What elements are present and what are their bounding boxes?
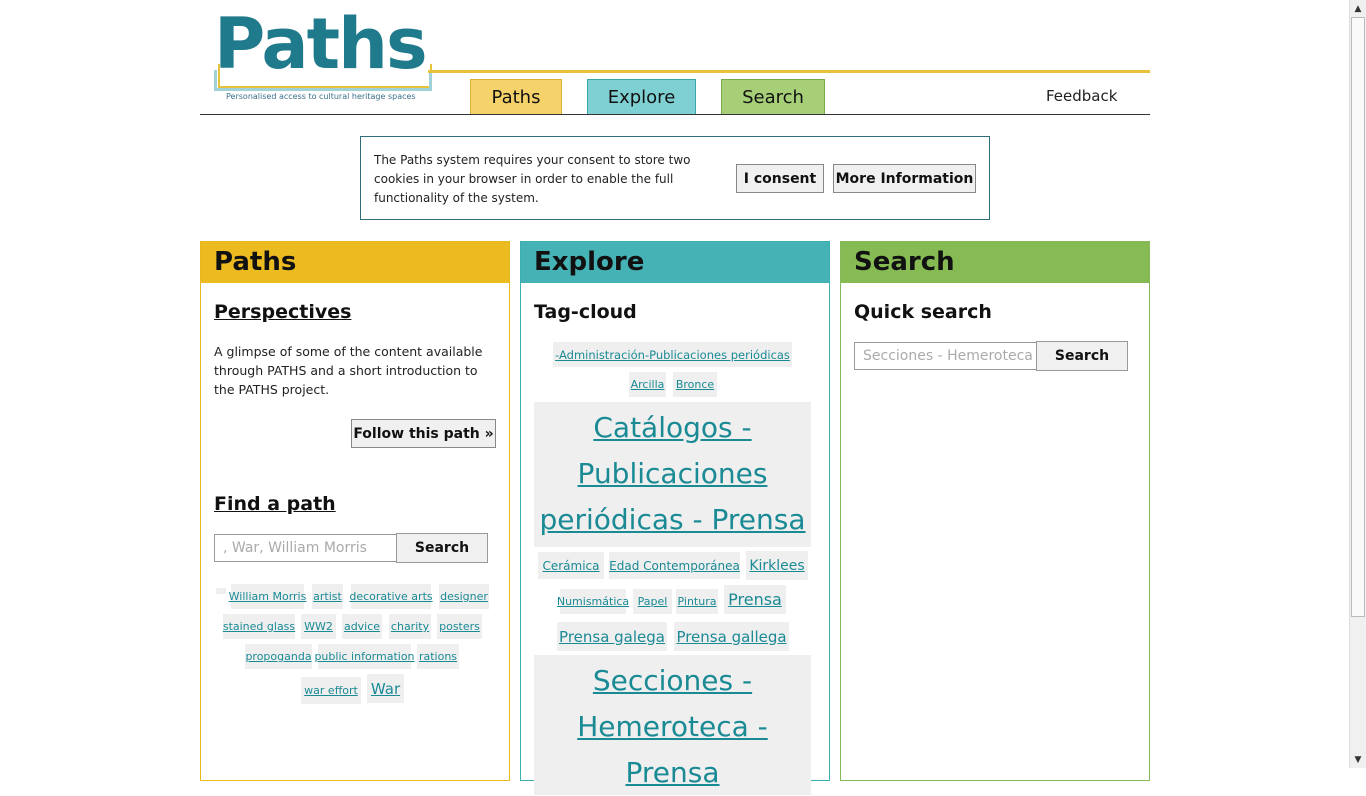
logo-word: Paths [214, 3, 428, 85]
header-accent-line [428, 70, 1150, 73]
tag-numismatica[interactable]: Numismática [557, 589, 629, 614]
paths-logo[interactable]: Paths Personalised access to cultural he… [214, 3, 432, 104]
tab-search[interactable]: Search [721, 79, 825, 114]
tag-arcilla[interactable]: Arcilla [629, 372, 666, 397]
tag-rations[interactable]: rations [417, 644, 459, 669]
tag-ceramica[interactable]: Cerámica [538, 552, 604, 579]
tag-pintura[interactable]: Pintura [676, 589, 718, 614]
cookie-text: The Paths system requires your consent t… [374, 153, 691, 205]
tab-paths[interactable]: Paths [470, 79, 562, 114]
explore-panel-title: Explore [521, 242, 829, 283]
tag-edad-contemporanea[interactable]: Edad Contemporánea [609, 552, 740, 579]
tag-public-information[interactable]: public information [314, 644, 415, 669]
tag-designer[interactable]: designer [439, 584, 489, 609]
more-information-button[interactable]: More Information [833, 164, 976, 193]
tag-william-morris[interactable]: William Morris [229, 584, 306, 609]
explore-panel: Explore Tag-cloud -Administración-Public… [520, 241, 830, 795]
find-path-link[interactable]: Find a path [214, 493, 336, 515]
tag-papel[interactable]: Papel [633, 589, 672, 614]
tag-catalogos-publicaciones-prensa[interactable]: Catálogos - Publicaciones periódicas - P… [534, 402, 811, 547]
consent-button[interactable]: I consent [736, 164, 824, 193]
tag-stained-glass[interactable]: stained glass [223, 614, 295, 639]
arrow-up-icon[interactable]: ▲ [1350, 0, 1366, 17]
scrollbar-thumb[interactable] [1351, 17, 1365, 617]
tag-bronce[interactable]: Bronce [673, 372, 717, 397]
quick-search-title: Quick search [854, 301, 992, 323]
logo-tagline: Personalised access to cultural heritage… [226, 92, 416, 101]
tab-explore[interactable]: Explore [587, 79, 696, 114]
paths-panel-title: Paths [201, 242, 509, 283]
paths-panel: Paths Perspectives A glimpse of some of … [200, 241, 510, 781]
tag-artist[interactable]: artist [312, 584, 343, 609]
perspectives-description: A glimpse of some of the content availab… [214, 344, 483, 397]
tag-prensa-galega[interactable]: Prensa galega [557, 622, 667, 651]
tag-ww2[interactable]: WW2 [301, 614, 336, 639]
page: Paths Personalised access to cultural he… [200, 0, 1150, 795]
find-path-search-button[interactable]: Search [396, 533, 488, 563]
vertical-scrollbar[interactable]: ▲ ▼ [1349, 0, 1366, 768]
tagcloud-title: Tag-cloud [534, 301, 637, 323]
tag-war[interactable]: War [367, 674, 404, 703]
tag-propoganda[interactable]: propoganda [245, 644, 312, 669]
quick-search-button[interactable]: Search [1036, 341, 1128, 371]
cookie-consent-banner: The Paths system requires your consent t… [360, 136, 990, 220]
perspectives-link[interactable]: Perspectives [214, 301, 351, 323]
tag-war-effort[interactable]: war effort [301, 677, 361, 704]
tag-charity[interactable]: charity [389, 614, 431, 639]
tag-administracion-publicaciones[interactable]: -Administración-Publicaciones periódicas [553, 342, 792, 367]
tag-posters[interactable]: posters [437, 614, 482, 639]
tag-prensa[interactable]: Prensa [724, 585, 786, 614]
empty-tag [216, 588, 226, 594]
tag-kirklees[interactable]: Kirklees [746, 551, 808, 580]
search-panel: Search Quick search Secciones - Hemerote… [840, 241, 1150, 781]
tag-prensa-gallega[interactable]: Prensa gallega [674, 622, 789, 651]
feedback-link[interactable]: Feedback [1046, 87, 1117, 105]
arrow-down-icon[interactable]: ▼ [1350, 751, 1366, 768]
find-path-input[interactable]: , War, William Morris [214, 534, 396, 562]
quick-search-input[interactable]: Secciones - Hemeroteca - Prensa [854, 342, 1036, 370]
header-divider [200, 114, 1150, 115]
search-panel-title: Search [841, 242, 1149, 283]
follow-path-button[interactable]: Follow this path » [351, 419, 496, 448]
tag-secciones-hemeroteca-prensa[interactable]: Secciones - Hemeroteca - Prensa [534, 655, 811, 795]
tag-decorative-arts[interactable]: decorative arts [349, 584, 433, 609]
tag-advice[interactable]: advice [342, 614, 382, 639]
